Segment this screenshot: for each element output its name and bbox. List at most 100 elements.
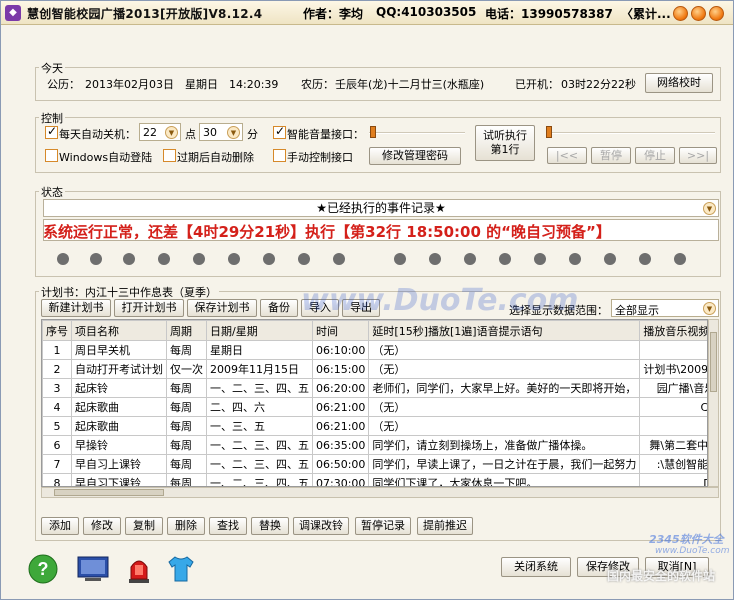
table-cell: 星期日: [206, 340, 313, 360]
shutdown-hour-select[interactable]: 22 ▼: [139, 123, 181, 141]
reschedule-button[interactable]: 调课改铃: [293, 517, 349, 535]
table-cell: 一、二、三、四、五: [206, 378, 313, 398]
table-cell: 5: [42, 416, 72, 436]
column-header[interactable]: 周期: [166, 320, 207, 341]
monitor-icon[interactable]: [75, 553, 111, 585]
table-cell: 一、三、五: [206, 416, 313, 436]
indicator-dot: [90, 253, 102, 265]
uptime-value: 03时22分22秒: [561, 78, 636, 91]
table-cell: 2: [42, 359, 72, 379]
table-cell: 周日早关机: [71, 340, 167, 360]
smart-volume-checkbox[interactable]: [273, 124, 286, 139]
horizontal-scroll-thumb[interactable]: [54, 489, 164, 496]
column-header[interactable]: 序号: [42, 320, 72, 341]
table-row[interactable]: 5 起床歌曲 每周 一、三、五 06:21:00 （无）: [42, 416, 707, 436]
column-header[interactable]: 项目名称: [71, 320, 167, 341]
help-icon[interactable]: ?: [27, 553, 59, 585]
column-header[interactable]: 延时[15秒]播放[1遍]语音提示语句: [368, 320, 641, 341]
lunar-date-value: 壬辰年(龙)十二月廿三(水瓶座): [335, 78, 485, 91]
advance-delay-button[interactable]: 提前推迟: [417, 517, 473, 535]
shutdown-hour-value: 22: [143, 126, 157, 139]
shutdown-minute-select[interactable]: 30 ▼: [199, 123, 243, 141]
indicator-dot: [123, 253, 135, 265]
indicator-dot: [569, 253, 581, 265]
table-row[interactable]: 6 早操铃 每周 一、二、三、四、五 06:35:00 同学们，请立刻到操场上，准备做广播…: [42, 435, 707, 455]
table-cell: 舞\第二套中学: [639, 435, 707, 455]
table-cell: 老师们，同学们，大家早上好。美好的一天即将开始，: [368, 378, 641, 398]
table-cell: 同学们，请立刻到操场上，准备做广播体操。: [368, 435, 641, 455]
table-cell: 07:30:00: [311, 473, 370, 486]
table-row[interactable]: 4起床歌曲每周二、四、六06:21:00（无）CRI: [42, 397, 707, 417]
open-plan-button[interactable]: 打开计划书: [114, 299, 184, 317]
network-time-button[interactable]: 网络校时: [645, 73, 713, 93]
table-cell: 起床歌曲: [71, 397, 167, 417]
table-cell: 起床铃: [71, 378, 167, 398]
auto-shutdown-checkbox[interactable]: [45, 124, 58, 139]
media-pause-button[interactable]: 暂停: [591, 147, 631, 164]
edit-button[interactable]: 修改: [83, 517, 121, 535]
test-run-button[interactable]: 试听执行 第1行: [475, 125, 535, 161]
uptime-label: 已开机：: [515, 78, 559, 91]
table-row[interactable]: 3 起床铃 每周 一、二、三、四、五 06:20:00 老师们，同学们，大家早上好。美好的…: [42, 378, 707, 398]
alarm-light-icon[interactable]: [123, 553, 155, 585]
volume-slider-thumb[interactable]: [370, 126, 376, 138]
manual-control-checkbox[interactable]: [273, 149, 286, 162]
playback-slider-thumb[interactable]: [546, 126, 552, 138]
save-plan-button[interactable]: 保存计划书: [187, 299, 257, 317]
shirt-icon[interactable]: [165, 553, 197, 585]
title-more: 〈累计...: [621, 7, 671, 21]
table-vertical-scrollbar[interactable]: [708, 319, 719, 487]
table-row[interactable]: 8 早自习下课铃 每周 一、二、三、四、五 07:30:00 同学们下课了，大家休息一下吧…: [42, 473, 707, 486]
column-header[interactable]: 日期/星期: [206, 320, 313, 341]
plan-table[interactable]: 序号 项目名称 周期 日期/星期 时间 延时[15秒]播放[1遍]语音提示语句 播放音乐视频…: [41, 319, 708, 487]
table-cell: 06:35:00: [311, 435, 370, 455]
range-select[interactable]: 全部显示 ▼: [611, 299, 719, 317]
auto-delete-expired-label: 过期后自动删除: [177, 151, 254, 164]
maximize-button[interactable]: [691, 6, 706, 21]
close-system-button[interactable]: 关闭系统: [501, 557, 571, 577]
playback-slider[interactable]: [547, 132, 715, 134]
vertical-scroll-thumb[interactable]: [710, 332, 717, 392]
minute-unit-label: 分: [247, 128, 258, 141]
table-cell: 每周: [166, 473, 207, 486]
app-icon: ◆: [5, 5, 21, 21]
table-cell: 早操铃: [71, 435, 167, 455]
new-plan-button[interactable]: 新建计划书: [41, 299, 111, 317]
watermark-corner-brand: 2345软件大全: [649, 533, 724, 546]
table-row[interactable]: 1 周日早关机 每周 星期日 06:10:00 （无）: [42, 340, 707, 360]
table-cell: （无）: [368, 416, 641, 436]
indicator-dot: [263, 253, 275, 265]
replace-button[interactable]: 替换: [251, 517, 289, 535]
table-cell: 06:15:00: [311, 359, 370, 379]
table-cell: 每周: [166, 397, 207, 417]
pause-record-button[interactable]: 暂停记录: [355, 517, 411, 535]
add-button[interactable]: 添加: [41, 517, 79, 535]
media-next-button[interactable]: >>|: [679, 147, 717, 164]
media-prev-button[interactable]: |<<: [547, 147, 587, 164]
table-row[interactable]: 2 自动打开考试计划 仅一次 2009年11月15日 06:15:00 （无） 计划书\20…: [42, 359, 707, 379]
status-message: 系统运行正常，还差【4时29分21秒】执行【第32行 18:50:00 的“晚自…: [43, 223, 611, 241]
column-header[interactable]: 播放音乐视频: [639, 320, 707, 341]
delete-button[interactable]: 删除: [167, 517, 205, 535]
table-cell: 4: [42, 397, 72, 417]
test-run-line1: 试听执行: [483, 129, 527, 142]
minimize-button[interactable]: [673, 6, 688, 21]
plan-group-title: 计划书：内江十三中作息表（夏季）: [39, 284, 219, 300]
table-horizontal-scrollbar[interactable]: [41, 487, 719, 498]
auto-delete-expired-checkbox[interactable]: [163, 149, 176, 162]
table-row[interactable]: 7 早自习上课铃 每周 一、二、三、四、五 06:50:00 同学们，早读上课了，一日之计…: [42, 454, 707, 474]
event-log-select[interactable]: ★已经执行的事件记录★ ▼: [43, 199, 719, 217]
windows-autologin-checkbox[interactable]: [45, 149, 58, 162]
media-stop-button[interactable]: 停止: [635, 147, 675, 164]
close-button[interactable]: [709, 6, 724, 21]
solar-date-value: 2013年02月03日 星期日 14:20:39: [85, 78, 279, 91]
indicator-dot: [228, 253, 240, 265]
change-password-button[interactable]: 修改管理密码: [369, 147, 461, 165]
table-cell: 06:10:00: [311, 340, 370, 360]
svg-text:?: ?: [38, 559, 49, 579]
backup-button[interactable]: 备份: [260, 299, 298, 317]
copy-button[interactable]: 复制: [125, 517, 163, 535]
volume-slider[interactable]: [369, 132, 465, 134]
find-button[interactable]: 查找: [209, 517, 247, 535]
column-header[interactable]: 时间: [311, 320, 370, 341]
